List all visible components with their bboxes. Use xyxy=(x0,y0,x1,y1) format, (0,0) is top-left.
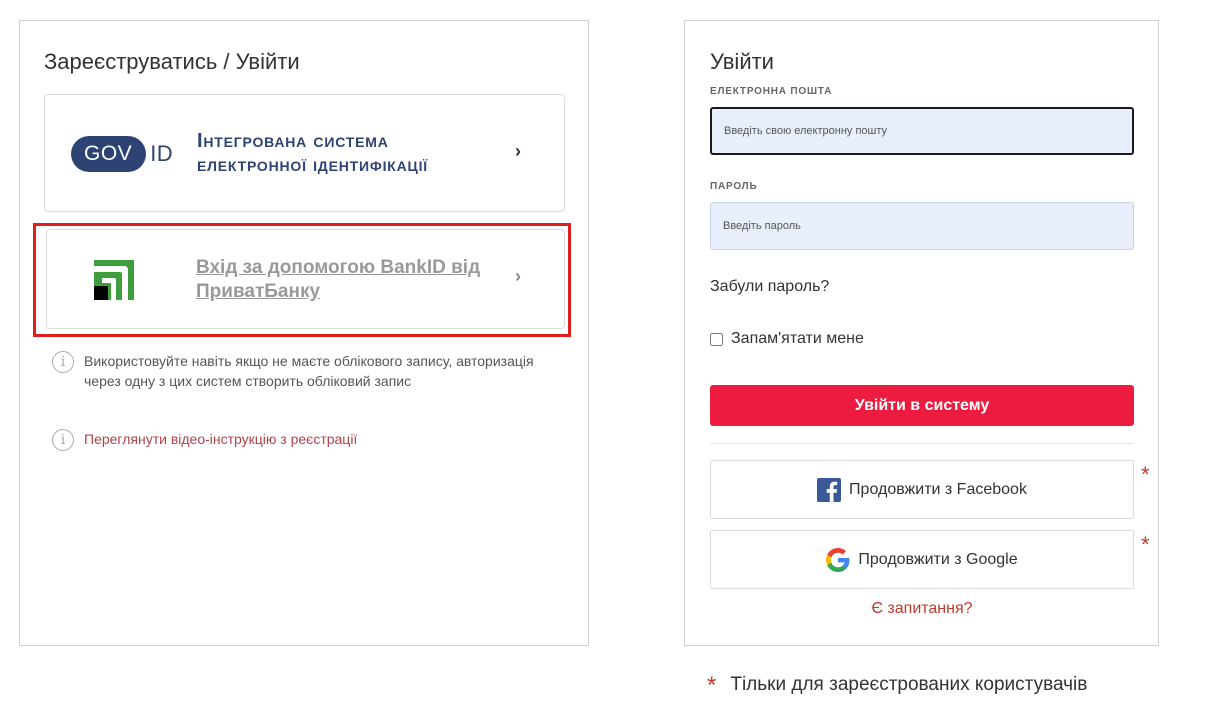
divider xyxy=(710,443,1134,444)
govid-text-line2: електронної ідентифікації xyxy=(197,154,428,176)
footnote: * Тільки для зареєстрованих користувачів xyxy=(707,671,1088,699)
questions-link[interactable]: Є запитання? xyxy=(710,600,1134,618)
govid-text-line1: Інтегрована система xyxy=(197,130,389,152)
facebook-login-button[interactable]: Продовжити з Facebook xyxy=(710,460,1134,519)
info-icon: i xyxy=(52,351,74,373)
google-button-label: Продовжити з Google xyxy=(858,550,1018,568)
govid-logo-id: ID xyxy=(150,141,174,166)
govid-login-card[interactable]: GOV ID Інтегрована система електронної і… xyxy=(44,94,565,212)
remember-me-label: Запам'ятати мене xyxy=(731,330,864,347)
facebook-button-label: Продовжити з Facebook xyxy=(849,480,1027,498)
video-instruction-row: i Переглянути відео-інструкцію з реєстра… xyxy=(52,429,357,451)
password-field[interactable] xyxy=(710,202,1134,250)
footnote-asterisk: * xyxy=(707,671,717,699)
chevron-right-icon: › xyxy=(515,266,521,286)
login-button[interactable]: Увійти в систему xyxy=(710,385,1134,426)
info-hint: i Використовуйте навіть якщо не маєте об… xyxy=(52,351,562,391)
facebook-icon xyxy=(817,477,842,502)
bankid-login-card[interactable]: Вхід за допомогою BankID від ПриватБанку… xyxy=(46,229,565,329)
forgot-password-link[interactable]: Забули пароль? xyxy=(710,278,829,296)
login-panel: Увійти ЕЛЕКТРОННА ПОШТА ПАРОЛЬ Забули па… xyxy=(684,20,1159,646)
password-label: ПАРОЛЬ xyxy=(710,181,758,192)
chevron-right-icon: › xyxy=(515,141,521,161)
video-instruction-link[interactable]: Переглянути відео-інструкцію з реєстраці… xyxy=(84,429,357,449)
govid-logo-gov: GOV xyxy=(71,136,147,172)
registration-panel: Зареєструватись / Увійти GOV ID Інтегров… xyxy=(19,20,589,646)
google-login-button[interactable]: Продовжити з Google xyxy=(710,530,1134,589)
info-hint-text: Використовуйте навіть якщо не маєте облі… xyxy=(84,353,534,389)
govid-description: Інтегрована система електронної ідентифі… xyxy=(197,129,428,177)
info-icon: i xyxy=(52,429,74,451)
login-title: Увійти xyxy=(710,49,774,74)
google-icon xyxy=(826,547,850,572)
registration-title: Зареєструватись / Увійти xyxy=(44,49,300,74)
email-field[interactable] xyxy=(710,107,1134,155)
remember-me[interactable]: Запам'ятати мене xyxy=(710,330,864,348)
footnote-text: Тільки для зареєстрованих користувачів xyxy=(730,674,1088,695)
privatbank-logo-icon xyxy=(94,260,134,300)
bankid-login-link[interactable]: Вхід за допомогою BankID від ПриватБанку xyxy=(196,256,496,304)
required-asterisk: * xyxy=(1141,462,1150,487)
required-asterisk: * xyxy=(1141,532,1150,557)
email-label: ЕЛЕКТРОННА ПОШТА xyxy=(710,86,833,97)
remember-me-checkbox[interactable] xyxy=(710,332,723,346)
govid-logo: GOV ID xyxy=(71,136,173,172)
